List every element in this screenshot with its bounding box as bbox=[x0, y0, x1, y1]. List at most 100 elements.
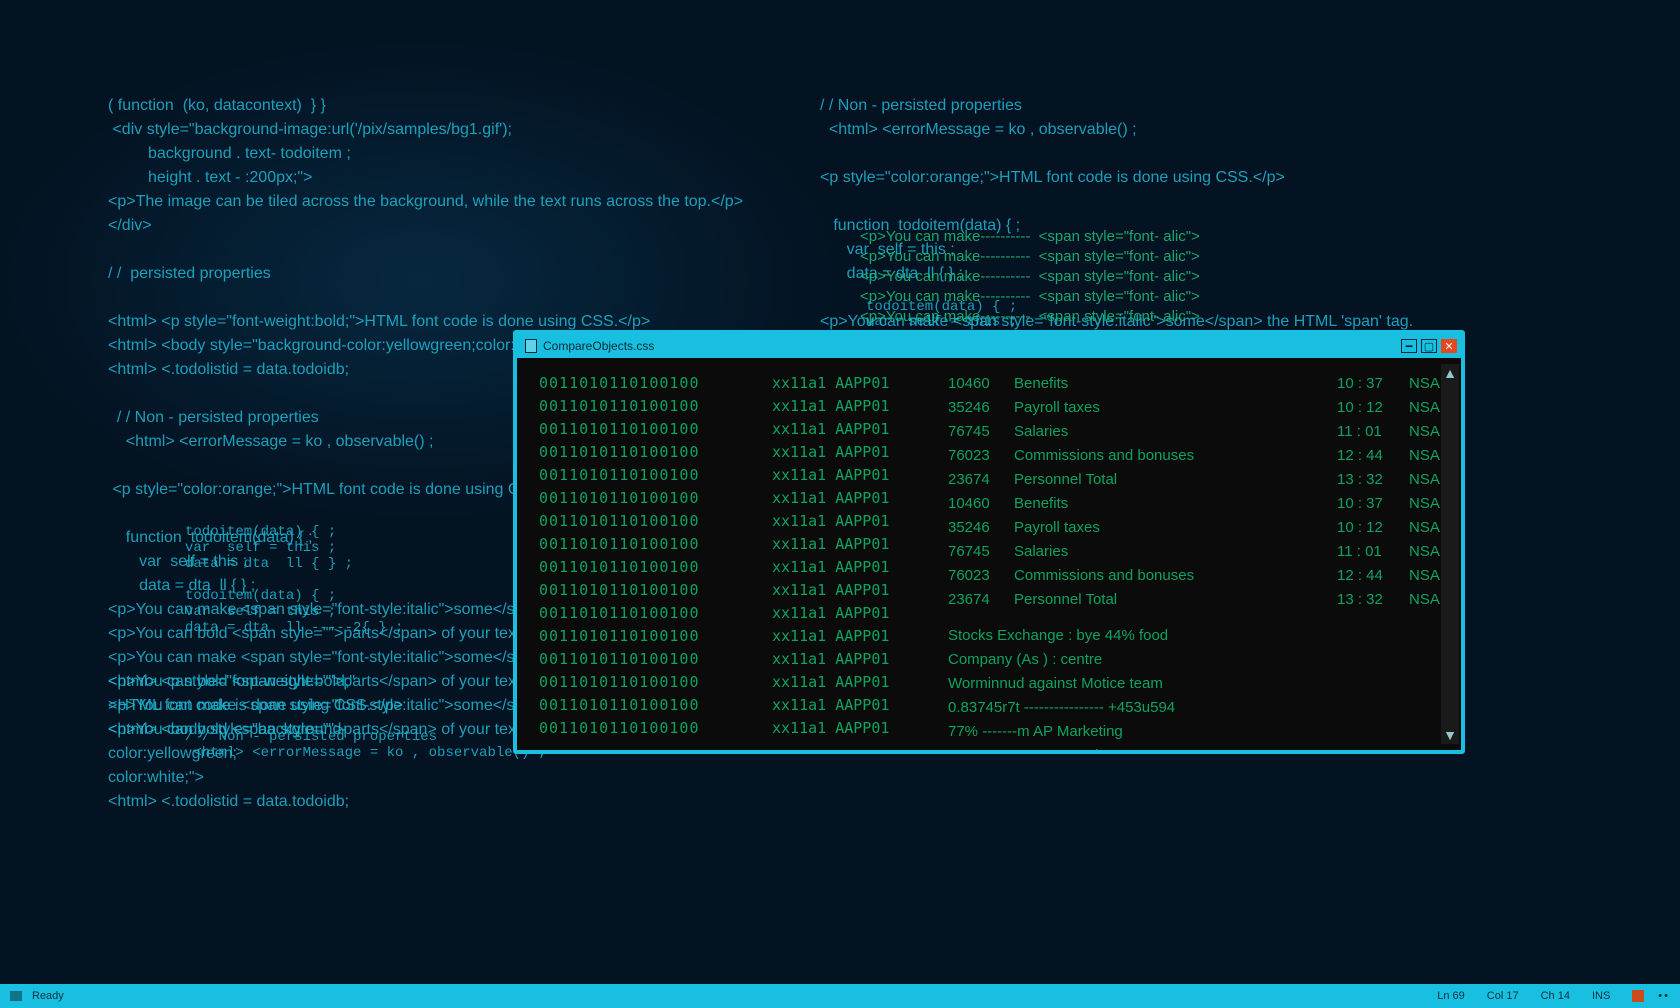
record-time: 10 : 12 bbox=[1337, 396, 1409, 420]
info-line: Worminnud against Motice team bbox=[948, 672, 1461, 696]
record-number: 35246 bbox=[948, 516, 1014, 540]
record-label: Personnel Total bbox=[1014, 588, 1337, 612]
record-row: 76023Commissions and bonuses12 : 44NSA bbox=[948, 564, 1461, 588]
binary-row: 0011010110100100 bbox=[539, 579, 772, 602]
record-number: 23674 bbox=[948, 588, 1014, 612]
window-close-button[interactable]: ✕ bbox=[1441, 339, 1457, 353]
record-number: 76745 bbox=[948, 540, 1014, 564]
background-mono-left: todoitem(data) { ; var self = this ; dat… bbox=[185, 508, 403, 636]
hex-row: xx11a1 AAPP01 bbox=[772, 625, 948, 648]
record-label: Salaries bbox=[1014, 540, 1337, 564]
hex-row: xx11a1 AAPP01 bbox=[772, 372, 948, 395]
status-column: Col 17 bbox=[1487, 990, 1519, 1002]
status-indicator-icon bbox=[10, 991, 22, 1001]
info-line: Company (As ) : centre bbox=[948, 648, 1461, 672]
binary-row: 0011010110100100 bbox=[539, 556, 772, 579]
record-time: 11 : 01 bbox=[1337, 540, 1409, 564]
background-mono-left-lower: / / Non - persisted properties <html> <e… bbox=[185, 713, 546, 761]
hex-row: xx11a1 AAPP01 bbox=[772, 418, 948, 441]
status-dots-icon: •• bbox=[1658, 990, 1670, 1002]
binary-row: 0011010110100100 bbox=[539, 372, 772, 395]
record-time: 13 : 32 bbox=[1337, 588, 1409, 612]
hex-row: xx11a1 AAPP01 bbox=[772, 441, 948, 464]
hex-row: xx11a1 AAPP01 bbox=[772, 579, 948, 602]
record-row: 35246Payroll taxes10 : 12NSA bbox=[948, 396, 1461, 420]
status-bar: Ready Ln 69 Col 17 Ch 14 INS •• bbox=[0, 984, 1680, 1008]
scrollbar[interactable]: ▲ ▼ bbox=[1441, 364, 1459, 744]
record-number: 10460 bbox=[948, 492, 1014, 516]
record-label: Commissions and bonuses bbox=[1014, 564, 1337, 588]
record-label: Benefits bbox=[1014, 372, 1337, 396]
record-label: Benefits bbox=[1014, 492, 1337, 516]
record-time: 11 : 01 bbox=[1337, 420, 1409, 444]
window-title: CompareObjects.css bbox=[543, 339, 654, 353]
record-number: 35246 bbox=[948, 396, 1014, 420]
window-maximize-button[interactable]: ▢ bbox=[1421, 339, 1437, 353]
hex-column: xx11a1 AAPP01xx11a1 AAPP01xx11a1 AAPP01x… bbox=[772, 358, 948, 750]
scroll-up-icon[interactable]: ▲ bbox=[1443, 364, 1457, 382]
status-char: Ch 14 bbox=[1541, 990, 1570, 1002]
hex-row: xx11a1 AAPP01 bbox=[772, 717, 948, 740]
info-block: Stocks Exchange : bye 44% foodCompany (A… bbox=[948, 624, 1461, 750]
window-minimize-button[interactable]: ━ bbox=[1401, 339, 1417, 353]
record-time: 10 : 37 bbox=[1337, 372, 1409, 396]
record-row: 23674Personnel Total13 : 32NSA bbox=[948, 588, 1461, 612]
binary-row: 0011010110100100 bbox=[539, 625, 772, 648]
binary-row: 0011010110100100 bbox=[539, 602, 772, 625]
record-time: 13 : 32 bbox=[1337, 468, 1409, 492]
scroll-down-icon[interactable]: ▼ bbox=[1443, 726, 1457, 744]
record-number: 76745 bbox=[948, 420, 1014, 444]
editor-window: CompareObjects.css ━ ▢ ✕ 001101011010010… bbox=[513, 330, 1465, 754]
record-row: 76745Salaries11 : 01NSA bbox=[948, 420, 1461, 444]
record-time: 12 : 44 bbox=[1337, 564, 1409, 588]
binary-row: 0011010110100100 bbox=[539, 418, 772, 441]
document-icon bbox=[525, 339, 537, 353]
hex-row: xx11a1 AAPP01 bbox=[772, 602, 948, 625]
info-line: 0000.09 -02,75583+ Times bbox=[948, 744, 1461, 750]
record-label: Payroll taxes bbox=[1014, 516, 1337, 540]
binary-row: 0011010110100100 bbox=[539, 441, 772, 464]
record-label: Personnel Total bbox=[1014, 468, 1337, 492]
record-row: 76023Commissions and bonuses12 : 44NSA bbox=[948, 444, 1461, 468]
record-row: 10460Benefits10 : 37NSA bbox=[948, 372, 1461, 396]
record-row: 76745Salaries11 : 01NSA bbox=[948, 540, 1461, 564]
binary-row: 0011010110100100 bbox=[539, 487, 772, 510]
record-row: 23674Personnel Total13 : 32NSA bbox=[948, 468, 1461, 492]
info-line: Stocks Exchange : bye 44% food bbox=[948, 624, 1461, 648]
record-time: 10 : 12 bbox=[1337, 516, 1409, 540]
hex-row: xx11a1 AAPP01 bbox=[772, 694, 948, 717]
hex-row: xx11a1 AAPP01 bbox=[772, 510, 948, 533]
binary-row: 0011010110100100 bbox=[539, 464, 772, 487]
record-number: 76023 bbox=[948, 444, 1014, 468]
record-label: Commissions and bonuses bbox=[1014, 444, 1337, 468]
hex-row: xx11a1 AAPP01 bbox=[772, 556, 948, 579]
binary-row: 0011010110100100 bbox=[539, 717, 772, 740]
info-line: 0.83745r7t ---------------- +453u594 bbox=[948, 696, 1461, 720]
info-line: 77% -------m AP Marketing bbox=[948, 720, 1461, 744]
binary-row: 0011010110100100 bbox=[539, 510, 772, 533]
record-label: Payroll taxes bbox=[1014, 396, 1337, 420]
binary-row: 0011010110100100 bbox=[539, 694, 772, 717]
record-time: 12 : 44 bbox=[1337, 444, 1409, 468]
data-column: 10460Benefits10 : 37NSA35246Payroll taxe… bbox=[948, 358, 1461, 750]
binary-row: 0011010110100100 bbox=[539, 395, 772, 418]
record-time: 10 : 37 bbox=[1337, 492, 1409, 516]
window-titlebar[interactable]: CompareObjects.css ━ ▢ ✕ bbox=[517, 334, 1461, 358]
hex-row: xx11a1 AAPP01 bbox=[772, 395, 948, 418]
hex-row: xx11a1 AAPP01 bbox=[772, 533, 948, 556]
status-warning-icon[interactable] bbox=[1632, 990, 1644, 1002]
status-mode: INS bbox=[1592, 990, 1610, 1002]
binary-row: 0011010110100100 bbox=[539, 533, 772, 556]
record-label: Salaries bbox=[1014, 420, 1337, 444]
record-number: 23674 bbox=[948, 468, 1014, 492]
hex-row: xx11a1 AAPP01 bbox=[772, 487, 948, 510]
status-line: Ln 69 bbox=[1437, 990, 1465, 1002]
hex-row: xx11a1 AAPP01 bbox=[772, 648, 948, 671]
hex-row: xx11a1 AAPP01 bbox=[772, 671, 948, 694]
record-row: 35246Payroll taxes10 : 12NSA bbox=[948, 516, 1461, 540]
record-row: 10460Benefits10 : 37NSA bbox=[948, 492, 1461, 516]
binary-row: 0011010110100100 bbox=[539, 648, 772, 671]
status-ready: Ready bbox=[32, 990, 64, 1002]
record-number: 76023 bbox=[948, 564, 1014, 588]
hex-row: xx11a1 AAPP01 bbox=[772, 464, 948, 487]
